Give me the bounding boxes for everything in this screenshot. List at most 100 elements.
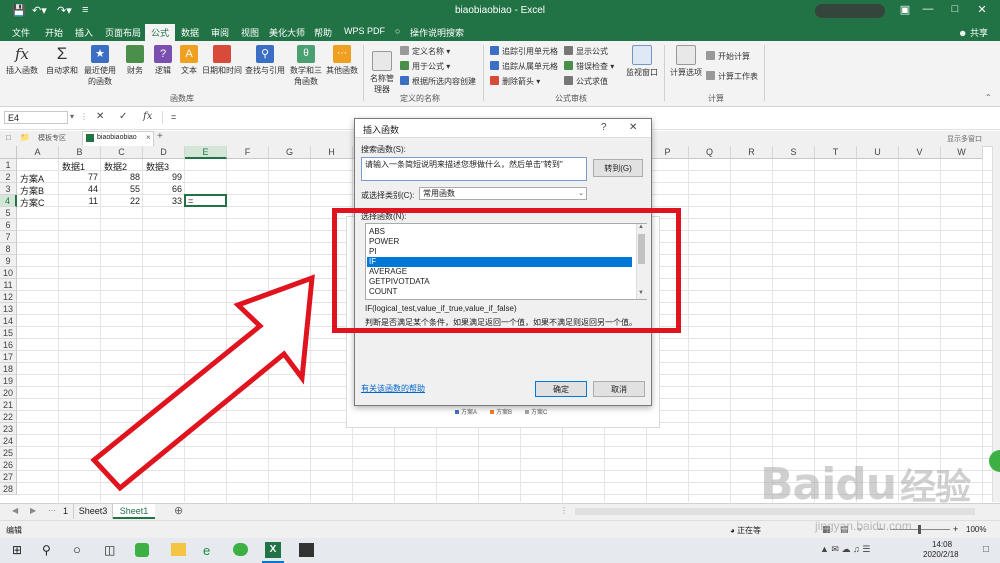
column-header[interactable]: S (773, 146, 815, 159)
datetime-button[interactable]: 日期和时间 (202, 45, 242, 76)
task-view-icon[interactable]: ◫ (104, 543, 115, 557)
evaluate-formula-button[interactable]: 公式求值 (564, 76, 608, 87)
value-cell[interactable]: 33 (172, 196, 182, 206)
row-header[interactable]: 9 (0, 255, 17, 267)
value-cell[interactable]: 77 (88, 172, 98, 182)
tab-beautify[interactable]: 美化大师 (269, 26, 305, 39)
row-header[interactable]: 19 (0, 375, 17, 387)
account-avatar[interactable] (815, 4, 885, 18)
vertical-scrollbar[interactable] (992, 146, 1000, 502)
row-header[interactable]: 8 (0, 243, 17, 255)
value-cell[interactable]: 88 (130, 172, 140, 182)
text-functions-button[interactable]: A 文本 (177, 45, 201, 76)
trace-precedents-button[interactable]: 追踪引用单元格 (490, 46, 558, 57)
tab-file[interactable]: 文件 (12, 26, 30, 39)
header-cell[interactable]: 数据2 (104, 160, 127, 173)
calc-now-button[interactable]: 开始计算 (706, 51, 750, 62)
row-header[interactable]: 23 (0, 423, 17, 435)
row-header[interactable]: 3 (0, 183, 17, 195)
row-header[interactable]: 11 (0, 279, 17, 291)
column-header[interactable]: T (815, 146, 857, 159)
scroll-left-icon[interactable]: ◀ (12, 506, 18, 515)
autosum-button[interactable]: Σ 自动求和 (44, 45, 80, 76)
insert-function-button[interactable]: fx 插入函数 (4, 45, 40, 76)
row-header[interactable]: 14 (0, 315, 17, 327)
excel-taskbar-icon[interactable]: X (265, 542, 281, 558)
system-tray-icons[interactable]: ▲ ✉ ☁ ♫ ☰ (820, 544, 870, 555)
column-header[interactable]: D (143, 146, 185, 159)
row-header[interactable]: 16 (0, 339, 17, 351)
row-header[interactable]: 17 (0, 351, 17, 363)
recent-functions-button[interactable]: ★ 最近使用的函数 (81, 45, 119, 87)
row-header[interactable]: 15 (0, 327, 17, 339)
show-formulas-button[interactable]: 显示公式 (564, 46, 608, 57)
ribbon-display-icon[interactable]: ▣ (895, 3, 915, 16)
calculation-options-button[interactable]: 计算选项 (668, 45, 704, 78)
sheet-tab-active[interactable]: Sheet1 (113, 504, 155, 519)
lookup-button[interactable]: ⚲ 查找与引用 (244, 45, 286, 76)
row-label-cell[interactable]: 方案C (20, 196, 45, 209)
column-header[interactable]: H (311, 146, 353, 159)
math-button[interactable]: θ 数学和三角函数 (288, 45, 324, 87)
row-header[interactable]: 21 (0, 399, 17, 411)
row-header[interactable]: 6 (0, 219, 17, 231)
category-select[interactable]: 常用函数 ⌄ (419, 187, 587, 200)
column-header[interactable]: P (647, 146, 689, 159)
trace-dependents-button[interactable]: 追踪从属单元格 (490, 61, 558, 72)
confirm-entry-icon[interactable]: ✓ (119, 111, 127, 122)
search-function-input[interactable]: 请输入一条简短说明来描述您想做什么，然后单击"转到" (361, 157, 587, 181)
value-cell[interactable]: 55 (130, 184, 140, 194)
column-header[interactable]: C (101, 146, 143, 159)
minimize-icon[interactable]: — (918, 3, 938, 15)
collapse-ribbon-icon[interactable]: ⌃ (985, 93, 992, 102)
row-header[interactable]: 20 (0, 387, 17, 399)
column-header[interactable]: V (899, 146, 941, 159)
column-header[interactable]: R (731, 146, 773, 159)
tab-formulas[interactable]: 公式 (145, 24, 176, 41)
tell-me-search[interactable]: 操作说明搜索 (410, 26, 464, 39)
windows-start-icon[interactable]: ⊞ (12, 543, 22, 557)
add-tab-icon[interactable]: + (157, 131, 163, 142)
column-header[interactable]: E (185, 146, 227, 159)
maximize-icon[interactable]: □ (945, 3, 965, 15)
row-header[interactable]: 25 (0, 447, 17, 459)
row-header[interactable]: 5 (0, 207, 17, 219)
financial-button[interactable]: 财务 (121, 45, 149, 76)
select-all-corner[interactable] (0, 146, 17, 159)
value-cell[interactable]: 11 (88, 196, 98, 206)
error-checking-button[interactable]: 错误检查 ▾ (564, 61, 614, 72)
value-cell[interactable]: 44 (88, 184, 98, 194)
name-manager-button[interactable]: 名称管理器 (366, 51, 398, 95)
watch-window-button[interactable]: 监视窗口 (624, 45, 660, 78)
column-header[interactable]: F (227, 146, 269, 159)
row-header[interactable]: 24 (0, 435, 17, 447)
active-cell-e4[interactable]: = (184, 194, 227, 207)
zoom-level[interactable]: 100% (966, 525, 986, 534)
more-sheets-icon[interactable]: ⋯ (48, 506, 56, 515)
close-tab-icon[interactable]: × (146, 133, 151, 142)
dialog-help-icon[interactable]: ? (601, 122, 607, 133)
notification-icon[interactable]: □ (983, 544, 989, 555)
row-header[interactable]: 28 (0, 483, 17, 495)
folder-icon[interactable]: 📁 (20, 133, 30, 142)
tab-insert[interactable]: 插入 (75, 26, 93, 39)
tab-home[interactable]: 开始 (45, 26, 63, 39)
wechat-icon[interactable] (233, 543, 248, 556)
value-cell[interactable]: 99 (172, 172, 182, 182)
define-name-button[interactable]: 定义名称 ▾ (400, 46, 450, 57)
row-header[interactable]: 7 (0, 231, 17, 243)
multi-window-toggle[interactable]: 显示多窗口 (947, 134, 982, 144)
zoom-slider-thumb[interactable] (918, 525, 921, 534)
row-header[interactable]: 26 (0, 459, 17, 471)
more-functions-button[interactable]: ⋯ 其他函数 (325, 45, 359, 76)
photos-icon[interactable] (299, 543, 314, 557)
header-cell[interactable]: 数据3 (146, 160, 169, 173)
row-header[interactable]: 1 (0, 159, 17, 171)
row-header[interactable]: 27 (0, 471, 17, 483)
tab-help[interactable]: 帮助 (314, 26, 332, 39)
logical-button[interactable]: ? 逻辑 (150, 45, 176, 76)
share-button[interactable]: ☻ 共享 (958, 26, 988, 39)
zoom-in-icon[interactable]: + (953, 524, 958, 534)
cancel-entry-icon[interactable]: ✕ (96, 111, 104, 122)
use-in-formula-button[interactable]: 用于公式 ▾ (400, 61, 450, 72)
